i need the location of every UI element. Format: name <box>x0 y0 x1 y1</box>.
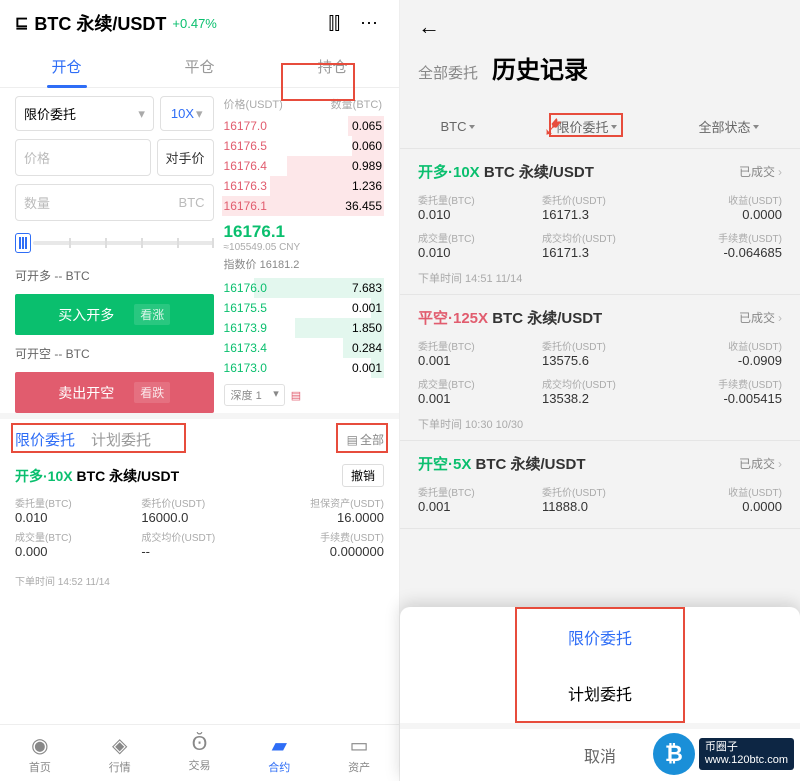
qty-placeholder: 数量 <box>24 193 50 212</box>
page-title: 历史记录 <box>492 50 588 85</box>
chevron-down-icon: ▾ <box>138 106 145 122</box>
watermark-text: 币圈子 www.120btc.com <box>699 738 794 770</box>
ask-row[interactable]: 16176.50.060 <box>222 136 384 156</box>
change-pct: +0.47% <box>172 16 216 31</box>
highlight-box-position-tab <box>281 63 355 101</box>
highlight-box-filter <box>549 113 623 137</box>
order-name: 平空·125X BTC 永续/USDT <box>418 307 602 328</box>
book-layout-icon[interactable]: ▤ <box>291 389 301 402</box>
bid-row[interactable]: 16176.07.683 <box>222 278 384 298</box>
history-order[interactable]: 开多·10X BTC 永续/USDT 已成交 › 委托量(BTC)0.010 委… <box>400 149 800 295</box>
order-status: 已成交 › <box>739 309 782 326</box>
quantity-slider[interactable] <box>15 229 214 257</box>
chart-icon[interactable]: ⫿⫿ <box>322 13 346 34</box>
open-order-item: 开多·10X BTC 永续/USDT 撤销 委托量(BTC)0.010 委托价(… <box>0 456 399 569</box>
order-name: 开空·5X BTC 永续/USDT <box>418 453 586 474</box>
nav-home[interactable]: ◉首页 <box>0 725 80 781</box>
ask-row[interactable]: 16176.31.236 <box>222 176 384 196</box>
highlight-box-all <box>336 423 388 453</box>
order-time: 下单时间 14:51 11/14 <box>418 266 782 286</box>
order-name: 开多·10X BTC 永续/USDT <box>15 466 179 486</box>
leverage-label: 10X <box>171 106 194 121</box>
depth-label: 深度 1 <box>231 390 262 402</box>
depth-select[interactable]: 深度 1 ▾ <box>224 384 285 406</box>
more-icon[interactable]: ⋯ <box>354 13 384 34</box>
chevron-down-icon: ▾ <box>196 106 203 122</box>
filter-coin[interactable]: BTC <box>440 117 475 136</box>
bid-row[interactable]: 16175.50.001 <box>222 298 384 318</box>
quantity-input[interactable]: 数量 BTC <box>15 184 214 221</box>
assets-icon: ▭ <box>319 733 399 758</box>
nav-assets[interactable]: ▭资产 <box>319 725 399 781</box>
sell-button[interactable]: 卖出开空 看跌 <box>15 372 214 413</box>
last-price: 16176.1 <box>224 222 382 242</box>
home-icon: ◉ <box>0 733 80 758</box>
filter-status[interactable]: 全部状态 <box>698 117 759 136</box>
leverage-select[interactable]: 10X ▾ <box>160 96 214 131</box>
price-placeholder: 价格 <box>24 148 50 167</box>
tab-all-orders[interactable]: 全部委托 <box>418 62 478 83</box>
watermark-logo: ₿ <box>653 733 695 775</box>
avail-long: 可开多 -- BTC <box>15 265 214 286</box>
watermark: ₿ 币圈子 www.120btc.com <box>653 733 794 775</box>
ask-row[interactable]: 16176.136.455 <box>222 196 384 216</box>
nav-trade[interactable]: ʘ̆交易 <box>160 725 240 781</box>
buy-label: 买入开多 <box>58 305 114 325</box>
bid-row[interactable]: 16173.91.850 <box>222 318 384 338</box>
order-type-select[interactable]: 限价委托 ▾ <box>15 96 154 131</box>
sell-label: 卖出开空 <box>58 383 114 403</box>
price-input[interactable]: 价格 <box>15 139 151 176</box>
buy-button[interactable]: 买入开多 看涨 <box>15 294 214 335</box>
history-filters: BTC ➸ 限价委托 全部状态 <box>400 107 800 149</box>
slider-handle[interactable] <box>15 233 31 253</box>
order-time: 下单时间 14:52 11/14 <box>0 569 399 592</box>
pair-icon: ⊑ <box>15 13 28 33</box>
slider-track[interactable] <box>33 241 214 245</box>
bid-row[interactable]: 16173.00.001 <box>222 358 384 378</box>
buy-sub: 看涨 <box>134 304 170 325</box>
bid-row[interactable]: 16173.40.284 <box>222 338 384 358</box>
counterparty-label: 对手价 <box>166 148 205 167</box>
sell-sub: 看跌 <box>134 382 170 403</box>
order-book: 价格(USDT) 数量(BTC) 16177.00.06516176.50.06… <box>222 96 384 413</box>
history-order[interactable]: 平空·125X BTC 永续/USDT 已成交 › 委托量(BTC)0.001 … <box>400 295 800 441</box>
bottom-nav: ◉首页 ◈行情 ʘ̆交易 ▰合约 ▭资产 <box>0 724 399 781</box>
fiat-value: ≈105549.05 CNY <box>224 242 382 253</box>
pair-title[interactable]: BTC 永续/USDT <box>34 10 166 36</box>
tab-open[interactable]: 开仓 <box>0 46 133 87</box>
tab-close[interactable]: 平仓 <box>133 46 266 87</box>
counterparty-button[interactable]: 对手价 <box>157 139 214 176</box>
avail-short: 可开空 -- BTC <box>15 343 214 364</box>
qty-unit: BTC <box>179 195 205 210</box>
history-order[interactable]: 开空·5X BTC 永续/USDT 已成交 › 委托量(BTC)0.001 委托… <box>400 441 800 529</box>
order-status: 已成交 › <box>739 163 782 180</box>
chevron-down-icon: ▾ <box>273 387 279 400</box>
highlight-box-order-tabs <box>11 423 186 453</box>
book-price-header: 价格(USDT) <box>224 96 283 112</box>
trade-icon: ʘ̆ <box>160 733 240 756</box>
index-price: 指数价 16181.2 <box>224 253 382 272</box>
cancel-button[interactable]: 撤销 <box>342 464 384 487</box>
ask-row[interactable]: 16177.00.065 <box>222 116 384 136</box>
chevron-down-icon <box>753 125 759 129</box>
back-icon[interactable]: ← <box>418 14 782 40</box>
order-type-label: 限价委托 <box>24 104 76 123</box>
nav-market[interactable]: ◈行情 <box>80 725 160 781</box>
order-time: 下单时间 10:30 10/30 <box>418 412 782 432</box>
market-icon: ◈ <box>80 733 160 758</box>
highlight-box-popup: 限价委托 计划委托 <box>515 607 685 723</box>
popup-option-limit[interactable]: 限价委托 <box>517 609 683 665</box>
mid-price: 16176.1 ≈105549.05 CNY 指数价 16181.2 <box>222 216 384 278</box>
filter-order-type[interactable]: ➸ 限价委托 <box>556 117 617 136</box>
popup-option-plan[interactable]: 计划委托 <box>517 665 683 721</box>
nav-contract[interactable]: ▰合约 <box>239 725 319 781</box>
ask-row[interactable]: 16176.40.989 <box>222 156 384 176</box>
contract-icon: ▰ <box>239 733 319 758</box>
order-name: 开多·10X BTC 永续/USDT <box>418 161 594 182</box>
chevron-down-icon <box>469 125 475 129</box>
order-status: 已成交 › <box>739 455 782 472</box>
